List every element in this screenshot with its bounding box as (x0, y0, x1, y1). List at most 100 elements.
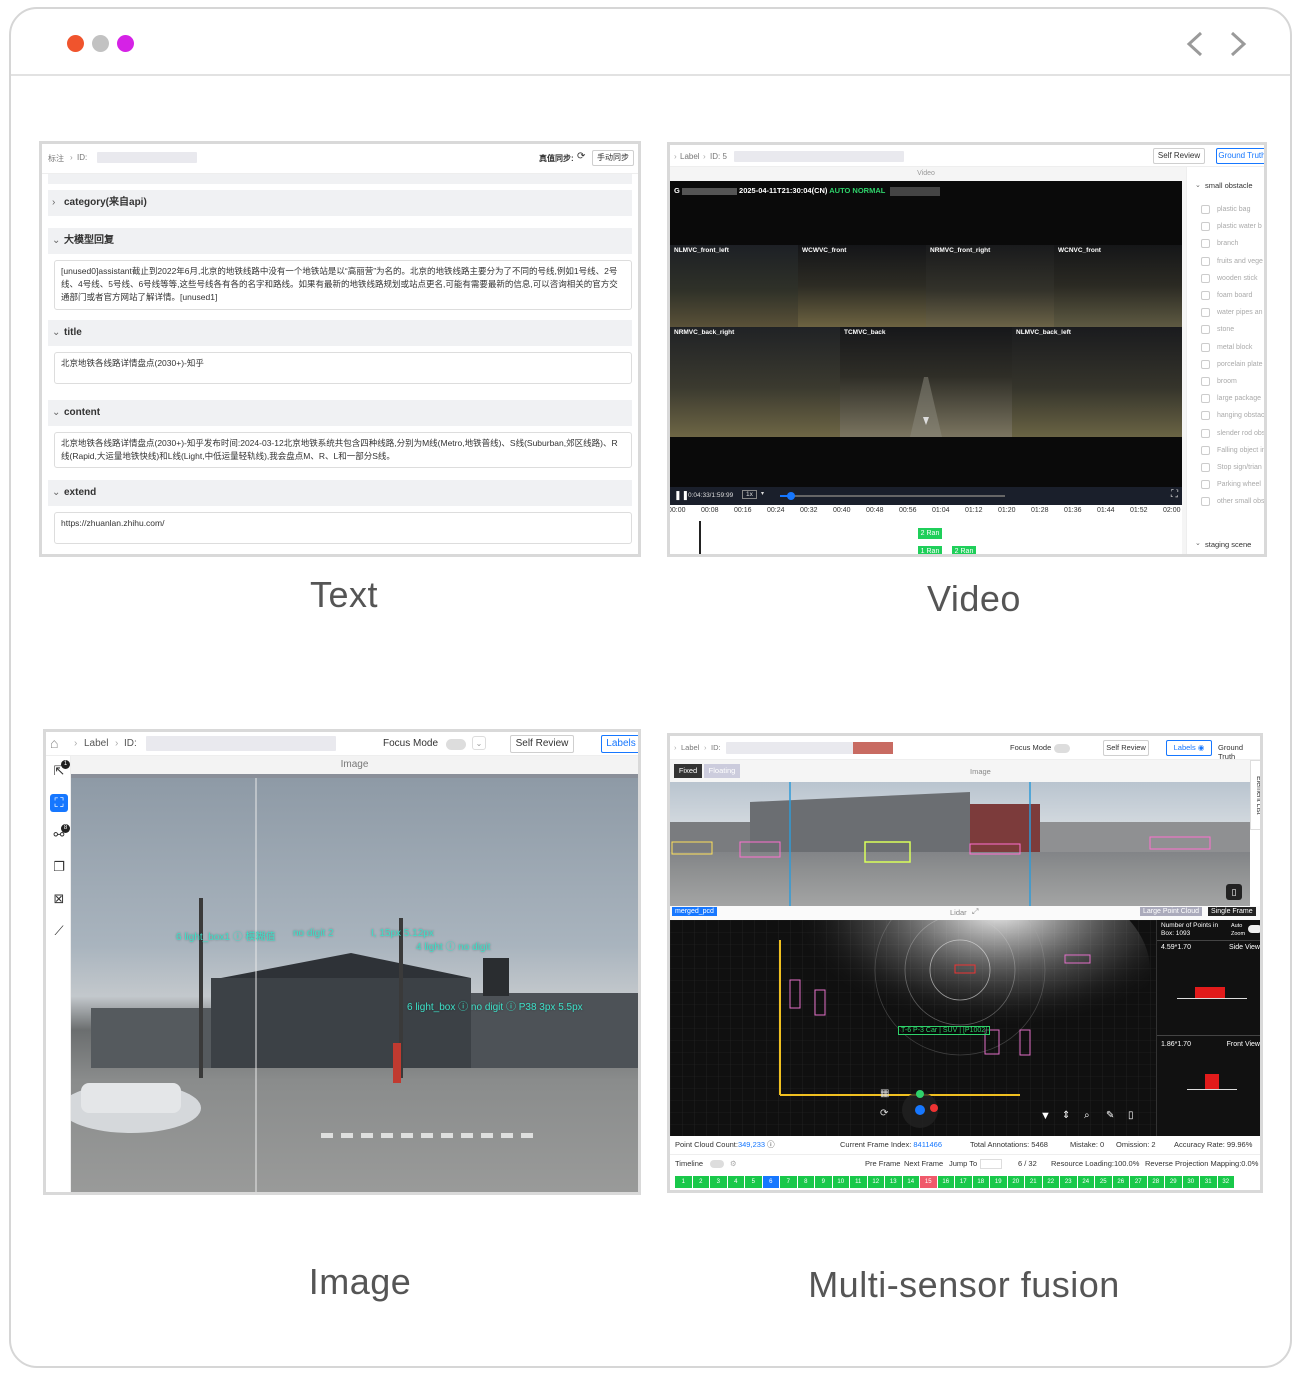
lidar-canvas[interactable]: T-6 P-3 Car | SUV | [P1002] ▦ ⟳ ▼ ⇕ ⌕ ✎ … (670, 920, 1156, 1136)
label-option[interactable]: slender rod obs (1217, 430, 1264, 437)
window-maximize-dot[interactable] (117, 35, 134, 52)
label-option[interactable]: metal block (1217, 344, 1252, 351)
label-option[interactable]: Parking wheel (1217, 481, 1261, 488)
ground-truth-button[interactable]: Ground Truth (1216, 148, 1264, 164)
frame-cell[interactable]: 8 (797, 1176, 814, 1188)
frame-cell[interactable]: 17 (955, 1176, 972, 1188)
bounding-box-icon[interactable]: ⛶ (50, 794, 68, 812)
label-option[interactable]: Stop sign/trian (1217, 464, 1262, 471)
label-checkbox[interactable] (1201, 325, 1210, 335)
label-checkbox[interactable] (1201, 222, 1210, 232)
chevron-down-icon[interactable]: ⌄ (472, 736, 486, 750)
frame-cell[interactable]: 15 (920, 1176, 937, 1188)
label-option[interactable]: Falling object in (1217, 447, 1264, 454)
lasso-icon[interactable]: ⌕ (1084, 1110, 1090, 1121)
frame-cell[interactable]: 28 (1147, 1176, 1164, 1188)
single-frame-button[interactable]: Single Frame (1208, 907, 1256, 916)
pre-frame-button[interactable]: Pre Frame (865, 1155, 900, 1173)
breadcrumb-label[interactable]: Label (681, 743, 699, 752)
label-option[interactable]: plastic bag (1217, 206, 1250, 213)
label-checkbox[interactable] (1201, 480, 1210, 490)
sidebar-group-title[interactable]: staging scene (1205, 540, 1251, 549)
pause-icon[interactable]: ❚❚ (674, 490, 689, 501)
fit-height-icon[interactable]: ⇕ (1062, 1110, 1070, 1121)
frame-cell[interactable]: 20 (1007, 1176, 1024, 1188)
frame-cell[interactable]: 30 (1182, 1176, 1199, 1188)
label-checkbox[interactable] (1201, 411, 1210, 421)
frame-cell[interactable]: 14 (902, 1176, 919, 1188)
section-header-content[interactable]: ⌄ content (48, 400, 632, 426)
window-minimize-dot[interactable] (92, 35, 109, 52)
speed-select[interactable]: 1x (742, 490, 757, 499)
chevron-right-icon[interactable] (1225, 29, 1251, 59)
self-review-button[interactable]: Self Review (1103, 740, 1149, 756)
label-checkbox[interactable] (1201, 273, 1210, 283)
label-checkbox[interactable] (1201, 463, 1210, 472)
timeline-toggle[interactable] (710, 1160, 724, 1168)
focus-mode-toggle[interactable] (1054, 744, 1070, 753)
mouse-mode-icon[interactable]: ▯ (1128, 1110, 1134, 1121)
frame-cell[interactable]: 26 (1112, 1176, 1129, 1188)
label-checkbox[interactable] (1201, 342, 1210, 352)
label-option[interactable]: hanging obstac (1217, 412, 1264, 419)
floating-mode-button[interactable]: Floating (704, 764, 740, 778)
label-option[interactable]: broom (1217, 378, 1237, 385)
frame-cell[interactable]: 4 (727, 1176, 744, 1188)
section-header-extend[interactable]: ⌄ extend (48, 480, 632, 506)
chevron-down-icon[interactable]: ▾ (761, 490, 764, 497)
fixed-mode-button[interactable]: Fixed (674, 764, 702, 778)
filter-icon[interactable]: ▼ (1040, 1110, 1051, 1122)
settings-icon[interactable]: ⚙ (730, 1155, 737, 1173)
frame-cell[interactable]: 5 (745, 1176, 762, 1188)
auto-zoom-toggle[interactable] (1248, 925, 1260, 933)
label-checkbox[interactable] (1201, 428, 1210, 438)
ground-truth-tab[interactable]: Ground Truth (1218, 743, 1260, 761)
frame-cell[interactable]: 18 (972, 1176, 989, 1188)
video-player[interactable]: G 2025-04-11T21:30:04(CN) AUTO NORMAL NL… (670, 181, 1182, 505)
frame-cell[interactable]: 11 (850, 1176, 867, 1188)
frame-cell[interactable]: 16 (937, 1176, 954, 1188)
timeline-cursor[interactable] (699, 521, 701, 554)
track-segment[interactable]: 2 Ran (952, 546, 976, 554)
label-option[interactable]: plastic water b (1217, 223, 1262, 230)
label-checkbox[interactable] (1201, 394, 1210, 404)
sidebar-group-title[interactable]: small obstacle (1205, 181, 1253, 190)
label-checkbox[interactable] (1201, 205, 1210, 214)
frame-cell[interactable]: 7 (780, 1176, 797, 1188)
rotate-icon[interactable]: ⟳ (880, 1108, 888, 1119)
section-header-title[interactable]: ⌄ title (48, 320, 632, 346)
frame-cell[interactable]: 6 (762, 1176, 779, 1188)
frame-cell[interactable]: 2 (692, 1176, 709, 1188)
camera-view-front-narrow[interactable]: WCNVC_front (1054, 245, 1182, 327)
chevron-left-icon[interactable] (1183, 29, 1209, 59)
front-view-box[interactable] (1205, 1074, 1219, 1090)
fullscreen-icon[interactable]: ⛶ (1171, 489, 1178, 500)
label-checkbox[interactable] (1201, 445, 1210, 455)
focus-mode-toggle[interactable] (446, 739, 466, 750)
label-option[interactable]: porcelain plate (1217, 361, 1263, 368)
label-option[interactable]: wooden stick (1217, 275, 1257, 282)
label-checkbox[interactable] (1201, 291, 1210, 300)
refresh-icon[interactable]: ⟳ (577, 151, 585, 162)
frame-cell[interactable]: 29 (1165, 1176, 1182, 1188)
section-header-category[interactable]: › category(来自api) (48, 190, 632, 216)
frame-cell[interactable]: 31 (1200, 1176, 1217, 1188)
frame-cell[interactable]: 24 (1077, 1176, 1094, 1188)
breadcrumb-label[interactable]: Label (680, 152, 700, 161)
frame-cell[interactable]: 32 (1217, 1176, 1234, 1188)
chevron-down-icon[interactable]: ⌄ (1195, 539, 1201, 547)
annotation-label[interactable]: 4 light ⓘ no digit (416, 938, 491, 953)
progress-handle[interactable] (787, 492, 796, 500)
camera-view-front-left[interactable]: NLMVC_front_left (670, 245, 798, 327)
label-checkbox[interactable] (1201, 256, 1210, 266)
manual-sync-button[interactable]: 手动同步 (592, 150, 634, 166)
frame-cell[interactable]: 23 (1060, 1176, 1077, 1188)
chevron-down-icon[interactable]: ⌄ (1195, 181, 1201, 189)
label-option[interactable]: foam board (1217, 292, 1252, 299)
label-option[interactable]: other small obs (1217, 498, 1264, 505)
ruler-icon[interactable]: ⟋ (50, 922, 68, 940)
camera-panorama[interactable]: ▯ (670, 782, 1250, 906)
breadcrumb-root[interactable]: 标注 (48, 153, 64, 164)
llm-reply-field[interactable]: [unused0]assistant截止到2022年6月,北京的地铁线路中没有一… (54, 260, 632, 310)
image-canvas[interactable]: 6 light_box1 ⓘ 模糊值 no digit 2 I, 15px 5.… (71, 778, 638, 1192)
